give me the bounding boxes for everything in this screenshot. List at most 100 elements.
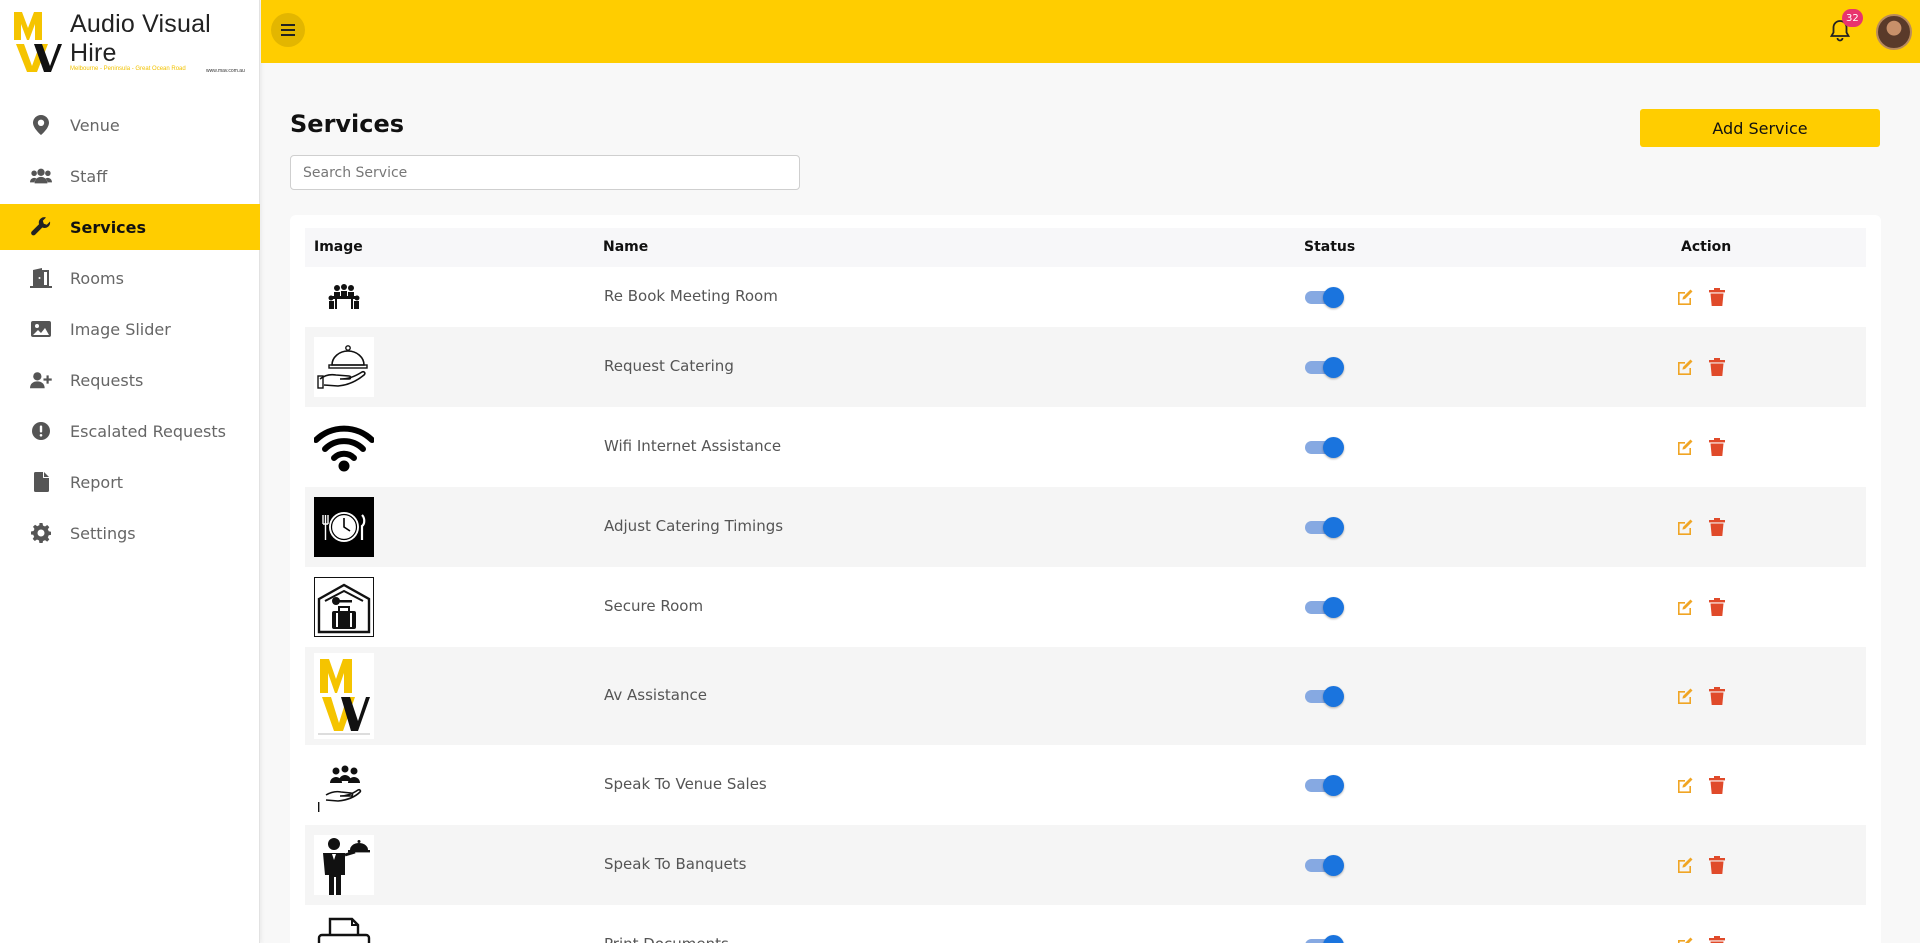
service-name: Adjust Catering Timings — [604, 517, 784, 535]
brand-tagline: Melbourne - Peninsula - Great Ocean Road — [70, 66, 186, 72]
status-toggle[interactable] — [1305, 437, 1344, 458]
wifi-icon — [314, 417, 374, 477]
column-header-name: Name — [603, 239, 649, 255]
brand-name: Audio Visual Hire — [70, 10, 211, 67]
trash-icon[interactable] — [1709, 936, 1725, 943]
service-name: Av Assistance — [604, 686, 707, 704]
column-header-status: Status — [1304, 239, 1356, 255]
service-name: Print Documents — [604, 935, 729, 943]
gear-icon — [30, 522, 52, 544]
waiter-icon — [314, 835, 374, 895]
status-toggle[interactable] — [1305, 357, 1344, 378]
table-row: Speak To Banquets — [305, 825, 1866, 905]
search-input[interactable] — [290, 155, 800, 190]
sidebar-item-requests[interactable]: Requests — [0, 357, 260, 403]
sidebar-item-staff[interactable]: Staff — [0, 153, 260, 199]
edit-icon[interactable] — [1676, 598, 1694, 616]
trash-icon[interactable] — [1709, 856, 1725, 874]
sidebar-item-image-slider[interactable]: Image Slider — [0, 306, 260, 352]
service-name: Speak To Banquets — [604, 855, 747, 873]
trash-icon[interactable] — [1709, 438, 1725, 456]
table-row: Secure Room — [305, 567, 1866, 647]
toggle-knob — [1323, 437, 1344, 458]
sidebar-item-label: Services — [70, 217, 147, 237]
status-toggle[interactable] — [1305, 597, 1344, 618]
service-name: Wifi Internet Assistance — [604, 437, 782, 455]
sidebar-item-label: Staff — [70, 166, 108, 186]
sidebar: Audio Visual Hire Melbourne - Peninsula … — [0, 0, 260, 943]
status-toggle[interactable] — [1305, 935, 1344, 943]
table-row: Print Documents — [305, 905, 1866, 943]
toggle-knob — [1323, 357, 1344, 378]
column-header-image: Image — [314, 239, 363, 255]
topbar: 32 — [261, 0, 1920, 63]
toggle-knob — [1323, 855, 1344, 876]
service-name: Re Book Meeting Room — [604, 287, 778, 305]
sidebar-item-label: Requests — [70, 370, 144, 390]
toggle-knob — [1323, 597, 1344, 618]
image-icon — [30, 318, 52, 340]
catering-cloche-icon — [314, 337, 374, 397]
trash-icon[interactable] — [1709, 776, 1725, 794]
mav-logo-icon — [314, 653, 374, 739]
edit-icon[interactable] — [1676, 288, 1694, 306]
trash-icon[interactable] — [1709, 288, 1725, 306]
sidebar-item-report[interactable]: Report — [0, 459, 260, 505]
edit-icon[interactable] — [1676, 518, 1694, 536]
page-title: Services — [290, 110, 405, 138]
service-name: Speak To Venue Sales — [604, 775, 767, 793]
sidebar-item-label: Rooms — [70, 268, 124, 288]
avatar[interactable] — [1876, 14, 1912, 50]
table-row: Wifi Internet Assistance — [305, 407, 1866, 487]
sidebar-item-escalated-requests[interactable]: Escalated Requests — [0, 408, 260, 454]
wrench-icon — [30, 216, 52, 238]
toggle-knob — [1323, 935, 1344, 943]
table-row: Adjust Catering Timings — [305, 487, 1866, 567]
sidebar-item-services[interactable]: Services — [0, 204, 260, 250]
sidebar-item-venue[interactable]: Venue — [0, 102, 260, 148]
edit-icon[interactable] — [1676, 358, 1694, 376]
table-row: Re Book Meeting Room — [305, 267, 1866, 327]
edit-icon[interactable] — [1676, 776, 1694, 794]
sidebar-item-rooms[interactable]: Rooms — [0, 255, 260, 301]
door-icon — [30, 267, 52, 289]
status-toggle[interactable] — [1305, 686, 1344, 707]
toggle-knob — [1323, 775, 1344, 796]
edit-icon[interactable] — [1676, 438, 1694, 456]
printer-icon — [314, 915, 374, 943]
file-icon — [30, 471, 52, 493]
trash-icon[interactable] — [1709, 358, 1725, 376]
sidebar-item-label: Venue — [70, 115, 120, 135]
user-plus-icon — [30, 369, 52, 391]
meeting-room-icon — [314, 275, 374, 319]
edit-icon[interactable] — [1676, 687, 1694, 705]
menu-toggle-button[interactable] — [271, 13, 305, 47]
status-toggle[interactable] — [1305, 517, 1344, 538]
status-toggle[interactable] — [1305, 775, 1344, 796]
table-row: Av Assistance — [305, 647, 1866, 745]
sidebar-item-settings[interactable]: Settings — [0, 510, 260, 556]
column-header-action: Action — [1681, 239, 1732, 255]
status-toggle[interactable] — [1305, 855, 1344, 876]
exclamation-circle-icon — [30, 420, 52, 442]
trash-icon[interactable] — [1709, 687, 1725, 705]
secure-room-icon — [314, 577, 374, 637]
edit-icon[interactable] — [1676, 856, 1694, 874]
map-marker-icon — [30, 114, 52, 136]
toggle-knob — [1323, 686, 1344, 707]
sidebar-item-label: Report — [70, 472, 124, 492]
trash-icon[interactable] — [1709, 518, 1725, 536]
edit-icon[interactable] — [1676, 936, 1694, 943]
brand-url: www.mav.com.au — [206, 68, 245, 74]
toggle-knob — [1323, 287, 1344, 308]
mav-logo[interactable] — [14, 10, 62, 74]
table-row: Request Catering — [305, 327, 1866, 407]
trash-icon[interactable] — [1709, 598, 1725, 616]
add-service-button[interactable]: Add Service — [1640, 109, 1880, 147]
sidebar-item-label: Escalated Requests — [70, 421, 226, 441]
status-toggle[interactable] — [1305, 287, 1344, 308]
service-name: Secure Room — [604, 597, 704, 615]
venue-sales-icon — [314, 755, 374, 815]
services-table: Image Name Status Action Re Book Meeting… — [290, 215, 1881, 943]
service-name: Request Catering — [604, 357, 734, 375]
